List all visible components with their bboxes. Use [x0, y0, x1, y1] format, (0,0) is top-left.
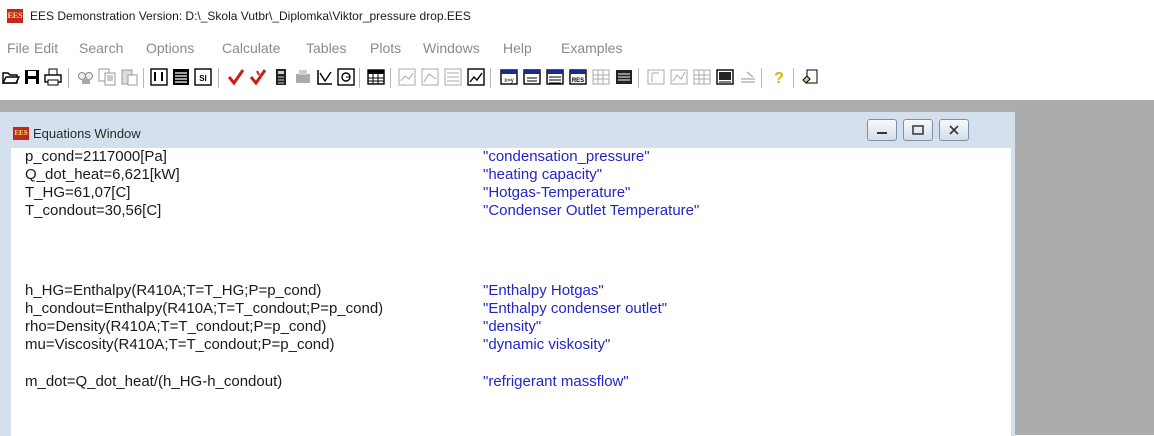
- menu-options[interactable]: Options: [146, 40, 194, 56]
- check-units-icon[interactable]: [249, 68, 267, 86]
- plot-window4-icon[interactable]: [467, 68, 485, 86]
- gauge-icon[interactable]: [337, 68, 355, 86]
- equation-comment[interactable]: "dynamic viskosity": [483, 336, 610, 353]
- unit-system-icon[interactable]: SI: [194, 68, 212, 86]
- paste-icon[interactable]: [120, 68, 138, 86]
- menu-help[interactable]: Help: [503, 40, 532, 56]
- diagram-icon[interactable]: [647, 68, 665, 86]
- plot-window3-icon[interactable]: [444, 68, 462, 86]
- plot-icon[interactable]: [316, 68, 334, 86]
- equation-line[interactable]: p_cond=2117000[Pa]: [25, 148, 167, 165]
- solution-icon[interactable]: [172, 68, 190, 86]
- report-icon[interactable]: [716, 68, 734, 86]
- printer-icon[interactable]: [294, 68, 312, 86]
- menu-examples[interactable]: Examples: [561, 40, 622, 56]
- equation-line[interactable]: Q_dot_heat=6,621[kW]: [25, 166, 180, 183]
- check-icon[interactable]: [227, 68, 245, 86]
- svg-text:x=y: x=y: [504, 78, 514, 84]
- equation-comment[interactable]: "Enthalpy condenser outlet": [483, 300, 667, 317]
- svg-text:SI: SI: [199, 74, 207, 83]
- open-icon[interactable]: [2, 68, 20, 86]
- svg-text:?: ?: [774, 70, 784, 86]
- svg-text:RES: RES: [572, 78, 584, 84]
- equations-editor[interactable]: p_cond=2117000[Pa] "condensation_pressur…: [11, 148, 1011, 436]
- menu-calculate[interactable]: Calculate: [222, 40, 280, 56]
- calculator-icon[interactable]: [272, 68, 290, 86]
- toolbar: SI x=y RES ?: [0, 63, 1154, 93]
- plot-window2-icon[interactable]: [421, 68, 439, 86]
- equation-comment[interactable]: "heating capacity": [483, 166, 602, 183]
- equation-line[interactable]: m_dot=Q_dot_heat/(h_HG-h_condout): [25, 373, 282, 390]
- formatted-equations-icon[interactable]: [523, 68, 541, 86]
- equations-window-title: Equations Window: [33, 126, 141, 141]
- help-icon[interactable]: ?: [770, 68, 788, 86]
- equation-comment[interactable]: "density": [483, 318, 541, 335]
- menu-tables[interactable]: Tables: [306, 40, 346, 56]
- ees-app-icon[interactable]: EES: [7, 9, 23, 23]
- chart-icon[interactable]: [670, 68, 688, 86]
- solution-window-icon[interactable]: [546, 68, 564, 86]
- equation-line[interactable]: h_HG=Enthalpy(R410A;T=T_HG;P=p_cond): [25, 282, 321, 299]
- equation-comment[interactable]: "condensation_pressure": [483, 148, 650, 165]
- equation-line[interactable]: rho=Density(R410A;T=T_condout;P=p_cond): [25, 318, 326, 335]
- plot-window-icon[interactable]: [398, 68, 416, 86]
- equations-window: EES Equations Window p_cond=2117000[Pa] …: [0, 111, 1015, 436]
- equation-line[interactable]: h_condout=Enthalpy(R410A;T=T_condout;P=p…: [25, 300, 383, 317]
- ees-app-icon: EES: [13, 127, 29, 140]
- menu-search[interactable]: Search: [79, 40, 123, 56]
- print-icon[interactable]: [44, 68, 62, 86]
- equations-window-icon[interactable]: x=y: [500, 68, 518, 86]
- array-table-icon[interactable]: [693, 68, 711, 86]
- save-icon[interactable]: [23, 68, 41, 86]
- parametric-table-icon[interactable]: [592, 68, 610, 86]
- menu-edit[interactable]: Edit: [34, 40, 58, 56]
- hand-icon[interactable]: [801, 68, 819, 86]
- lines-icon[interactable]: [739, 68, 757, 86]
- menu-file[interactable]: File: [7, 40, 30, 56]
- copy-icon[interactable]: [98, 68, 116, 86]
- menu-bar: File Edit Search Options Calculate Table…: [0, 40, 1154, 60]
- window-title: EES Demonstration Version: D:\_Skola Vut…: [30, 9, 471, 23]
- close-button[interactable]: [939, 119, 969, 141]
- maximize-button[interactable]: [903, 119, 933, 141]
- table-icon[interactable]: [367, 68, 385, 86]
- find-icon[interactable]: [77, 68, 95, 86]
- residuals-icon[interactable]: RES: [569, 68, 587, 86]
- equation-line[interactable]: T_condout=30,56[C]: [25, 202, 161, 219]
- equation-line[interactable]: T_HG=61,07[C]: [25, 184, 130, 201]
- equation-comment[interactable]: "Hotgas-Temperature": [483, 184, 630, 201]
- menu-windows[interactable]: Windows: [423, 40, 480, 56]
- variable-info-icon[interactable]: [150, 68, 168, 86]
- equation-line[interactable]: mu=Viscosity(R410A;T=T_condout;P=p_cond): [25, 336, 334, 353]
- minimize-button[interactable]: [867, 119, 897, 141]
- equation-comment[interactable]: "refrigerant massflow": [483, 373, 629, 390]
- title-bar: EES EES Demonstration Version: D:\_Skola…: [0, 0, 1154, 34]
- lookup-table-icon[interactable]: [615, 68, 633, 86]
- equation-comment[interactable]: "Enthalpy Hotgas": [483, 282, 604, 299]
- equation-comment[interactable]: "Condenser Outlet Temperature": [483, 202, 699, 219]
- menu-plots[interactable]: Plots: [370, 40, 401, 56]
